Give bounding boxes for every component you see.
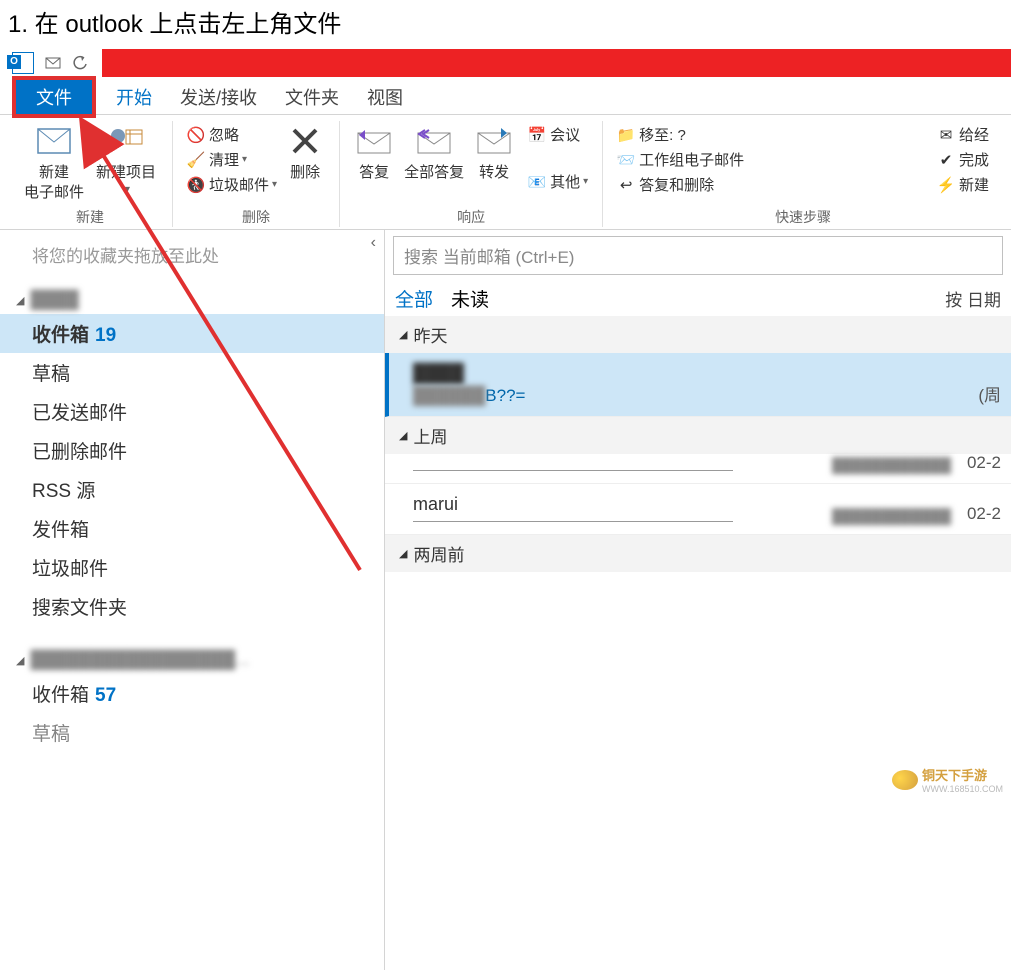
tab-sendrecv[interactable]: 发送/接收 [166, 78, 271, 116]
content-area: ‹ 将您的收藏夹拖放至此处 ◢████ 收件箱19草稿已发送邮件已删除邮件RSS… [0, 230, 1011, 970]
junk-button[interactable]: 🚷垃圾邮件▾ [183, 173, 281, 196]
group-label-new: 新建 [76, 207, 104, 227]
filter-bar: 全部 未读 按 日期 [385, 281, 1011, 316]
check-icon: ✔ [937, 151, 955, 169]
triangle-down-icon: ◢ [16, 654, 24, 667]
cleanup-button[interactable]: 🧹清理▾ [183, 148, 281, 171]
mail-date: (周 [978, 381, 1001, 406]
mail-date: 02-2 [967, 453, 1001, 473]
ribbon-group-new: 新建 电子邮件 新建项目▾ 新建 [8, 121, 173, 227]
delete-button[interactable]: 删除 [281, 121, 329, 185]
new-quick-button[interactable]: ⚡新建 [933, 173, 993, 196]
folder-4[interactable]: RSS 源 [0, 470, 384, 509]
group-lastweek[interactable]: ◢上周 [385, 417, 1011, 454]
outlook-logo-icon [12, 52, 34, 74]
folder-inbox-2[interactable]: 收件箱57 [0, 674, 384, 713]
chevron-down-icon: ▾ [125, 183, 130, 196]
watermark: 铜天下手游 WWW.168510.COM [892, 765, 1003, 794]
mail-item-3[interactable]: marui 02-2 ████████████ [385, 484, 1011, 535]
folder-6[interactable]: 垃圾邮件 [0, 548, 384, 587]
ribbon-tabs: 文件 开始 发送/接收 文件夹 视图 [0, 79, 1011, 115]
bolt-icon: ⚡ [937, 176, 955, 194]
tab-start[interactable]: 开始 [102, 78, 166, 116]
undo-icon[interactable] [70, 52, 92, 74]
mail-date: 02-2 [967, 504, 1001, 524]
filter-all[interactable]: 全部 [395, 285, 433, 312]
ribbon-group-respond: 答复 全部答复 转发 📅会议 📧其他▾ 响应 [340, 121, 603, 227]
tab-folder[interactable]: 文件夹 [271, 78, 353, 116]
folder-5[interactable]: 发件箱 [0, 509, 384, 548]
send-receive-icon[interactable] [42, 52, 64, 74]
ribbon: 新建 电子邮件 新建项目▾ 新建 🚫忽略 🧹清理▾ 🚷垃圾邮件▾ 删除 删除 [0, 115, 1011, 230]
reply-all-button[interactable]: 全部答复 [398, 121, 470, 185]
group-label-delete: 删除 [242, 207, 270, 227]
folder-3[interactable]: 已删除邮件 [0, 431, 384, 470]
new-email-button[interactable]: 新建 电子邮件 [18, 121, 90, 204]
broom-icon: 🧹 [187, 151, 205, 169]
ignore-icon: 🚫 [187, 126, 205, 144]
x-icon [287, 123, 323, 159]
new-item-button[interactable]: 新建项目▾ [90, 121, 162, 198]
reply-button[interactable]: 答复 [350, 121, 398, 185]
folder-0[interactable]: 收件箱19 [0, 314, 384, 353]
folder-7[interactable]: 搜索文件夹 [0, 587, 384, 626]
sort-by[interactable]: 按 日期 [945, 286, 1001, 311]
envelope-icon [36, 123, 72, 159]
calendar-icon: 📅 [528, 126, 546, 144]
reply-delete-icon: ↩ [617, 176, 635, 194]
done-button[interactable]: ✔完成 [933, 148, 993, 171]
tab-view[interactable]: 视图 [353, 78, 417, 116]
folder-drafts-2[interactable]: 草稿 [0, 713, 384, 752]
mail-icon: ✉ [937, 126, 955, 144]
mail-item-2[interactable]: 02-2 ████████████ [385, 454, 1011, 484]
coins-icon [892, 770, 918, 790]
folder-1[interactable]: 草稿 [0, 353, 384, 392]
ignore-button[interactable]: 🚫忽略 [183, 123, 281, 146]
triangle-down-icon: ◢ [16, 294, 24, 307]
quick-access-toolbar [0, 47, 1011, 79]
title-bar-redacted [102, 49, 1011, 77]
reply-all-icon [416, 123, 452, 159]
account-header-2[interactable]: ◢█████████████████... [0, 640, 384, 674]
filter-unread[interactable]: 未读 [451, 285, 489, 312]
meeting-button[interactable]: 📅会议 [524, 123, 592, 146]
group-label-quick: 快速步骤 [775, 207, 831, 227]
search-input[interactable]: 搜索 当前邮箱 (Ctrl+E) [393, 236, 1003, 275]
mail-item-1[interactable]: ████ ██████B??= (周 [385, 353, 1011, 417]
reply-icon [356, 123, 392, 159]
reply-delete-button[interactable]: ↩答复和删除 [613, 173, 933, 196]
collapse-nav-icon[interactable]: ‹ [371, 234, 376, 252]
navigation-pane: ‹ 将您的收藏夹拖放至此处 ◢████ 收件箱19草稿已发送邮件已删除邮件RSS… [0, 230, 385, 970]
group-yesterday[interactable]: ◢昨天 [385, 316, 1011, 353]
block-icon: 🚷 [187, 176, 205, 194]
forward-icon [476, 123, 512, 159]
other-respond-button[interactable]: 📧其他▾ [524, 170, 592, 193]
group-twoweeks[interactable]: ◢两周前 [385, 535, 1011, 572]
folder-move-icon: 📁 [617, 126, 635, 144]
new-items-icon [108, 123, 144, 159]
mail-from: ████ [413, 363, 995, 384]
account-header-1[interactable]: ◢████ [0, 280, 384, 314]
ribbon-group-delete: 🚫忽略 🧹清理▾ 🚷垃圾邮件▾ 删除 删除 [173, 121, 340, 227]
folder-2[interactable]: 已发送邮件 [0, 392, 384, 431]
to-boss-button[interactable]: ✉给经 [933, 123, 993, 146]
team-mail-button[interactable]: 📨工作组电子邮件 [613, 148, 933, 171]
mail-subject: ██████B??= [413, 386, 995, 406]
group-label-respond: 响应 [457, 207, 485, 227]
moveto-button[interactable]: 📁移至: ? [613, 123, 933, 146]
instruction-text: 1. 在 outlook 上点击左上角文件 [0, 0, 1011, 47]
more-icon: 📧 [528, 173, 546, 191]
forward-button[interactable]: 转发 [470, 121, 518, 185]
file-tab[interactable]: 文件 [12, 76, 96, 118]
mail-list-pane: 搜索 当前邮箱 (Ctrl+E) 全部 未读 按 日期 ◢昨天 ████ ███… [385, 230, 1011, 970]
favorites-hint: 将您的收藏夹拖放至此处 [0, 230, 384, 280]
team-icon: 📨 [617, 151, 635, 169]
ribbon-group-quicksteps: 📁移至: ? 📨工作组电子邮件 ↩答复和删除 ✉给经 ✔完成 ⚡新建 快速步骤 [603, 121, 1003, 227]
